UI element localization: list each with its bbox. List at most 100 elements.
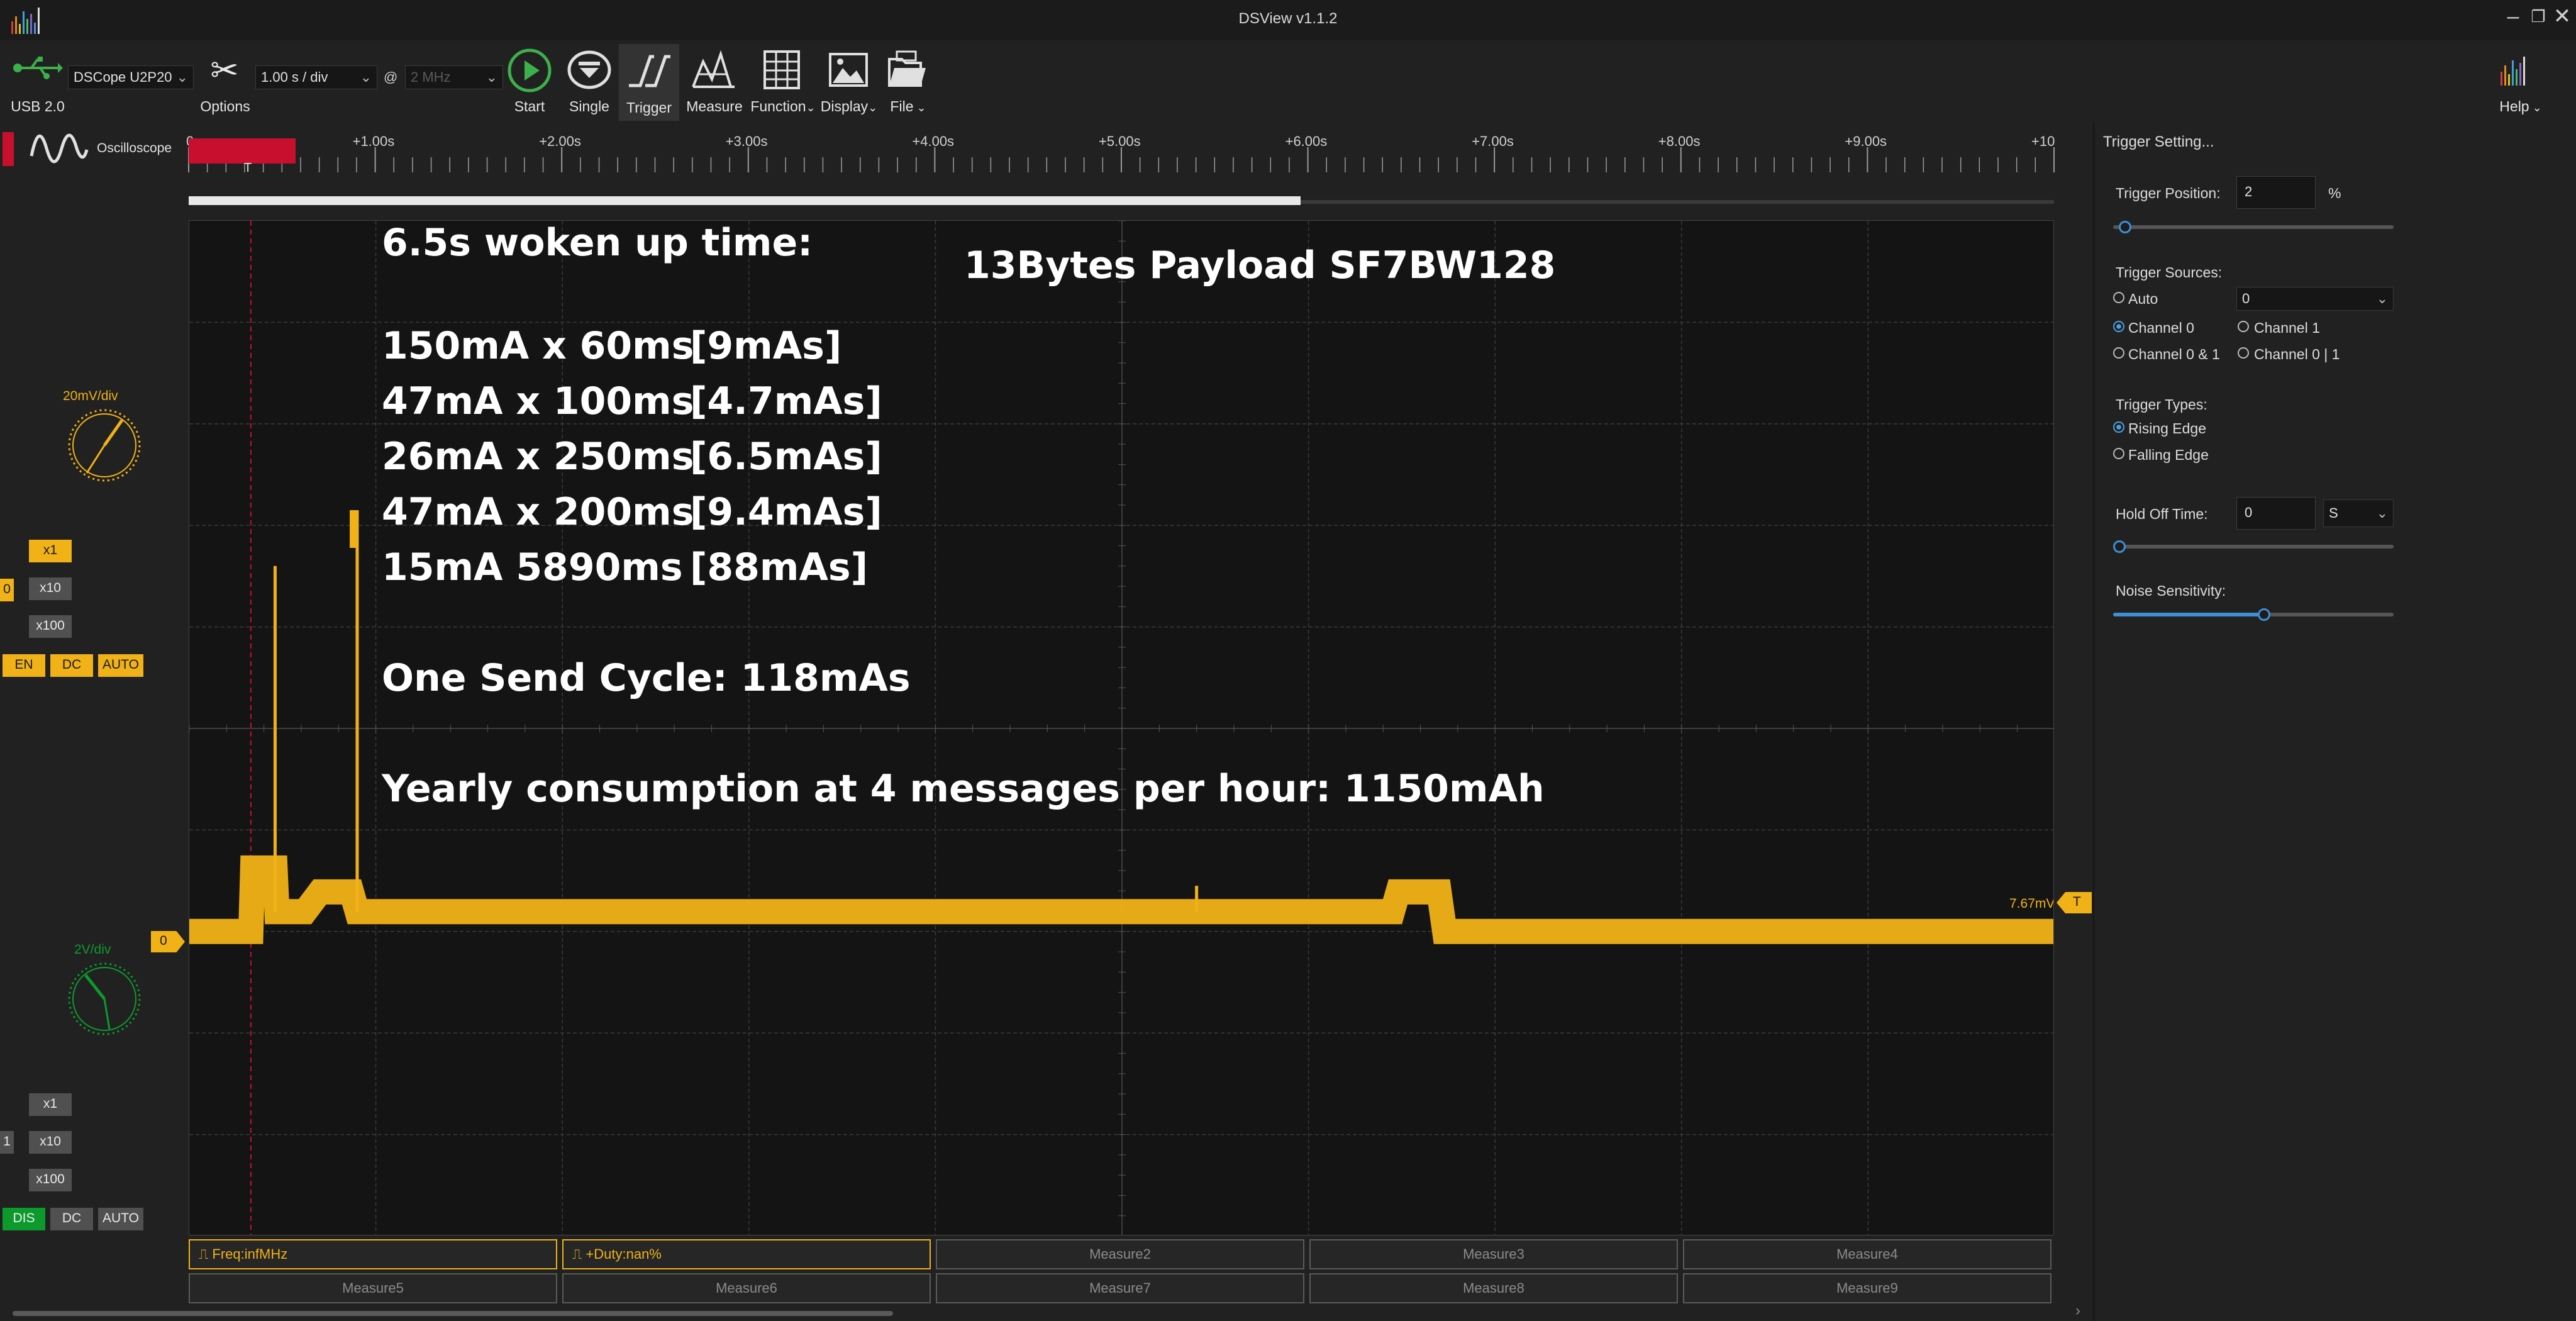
- measure-slot[interactable]: Measure4: [1683, 1239, 2051, 1269]
- view-scrollbar[interactable]: [189, 196, 1301, 205]
- trigger-settings-panel: Trigger Setting... Trigger Position: 2 %…: [2093, 122, 2576, 1321]
- trigger-position-marker[interactable]: [189, 138, 296, 164]
- ch1-index[interactable]: 1: [0, 1131, 14, 1154]
- ch0-enable-button[interactable]: EN: [3, 654, 45, 677]
- measure-slot[interactable]: ⎍ +Duty:nan%: [562, 1239, 931, 1269]
- ch1-x10-button[interactable]: x10: [29, 1131, 72, 1154]
- ch1-knob-icon[interactable]: [65, 960, 143, 1038]
- row-charge: [9mAs]: [690, 324, 842, 368]
- ch1-x100-button[interactable]: x100: [29, 1169, 72, 1191]
- restore-button[interactable]: ❐: [2526, 4, 2551, 29]
- source-auto-select[interactable]: 0 ⌄: [2236, 287, 2394, 311]
- measure-slot[interactable]: Measure7: [936, 1273, 1304, 1303]
- function-button[interactable]: Function⌄: [748, 98, 818, 115]
- measure-slot[interactable]: Measure5: [189, 1273, 557, 1303]
- display-icon[interactable]: [828, 49, 869, 91]
- holdoff-knob[interactable]: [2113, 540, 2126, 553]
- row-charge: [88mAs]: [690, 545, 869, 589]
- ch1-auto-button[interactable]: AUTO: [98, 1208, 143, 1230]
- overlay-row: 47mA x 200ms[9.4mAs]: [382, 490, 882, 534]
- source-ch1-radio[interactable]: [2238, 321, 2249, 332]
- source-ch0-and-1-radio[interactable]: [2113, 347, 2124, 359]
- measure-slot[interactable]: Measure3: [1309, 1239, 1678, 1269]
- start-button[interactable]: Start: [503, 98, 556, 115]
- falling-edge-radio[interactable]: [2113, 448, 2124, 459]
- source-ch0-and-1-label[interactable]: Channel 0 & 1: [2128, 346, 2220, 363]
- close-button[interactable]: ✕: [2550, 4, 2575, 29]
- measure-slot[interactable]: ⎍ Freq:infMHz: [189, 1239, 557, 1269]
- holdoff-slider[interactable]: [2113, 545, 2394, 549]
- source-ch1-label[interactable]: Channel 1: [2254, 320, 2320, 337]
- source-auto-radio[interactable]: [2113, 292, 2124, 303]
- ch0-x100-button[interactable]: x100: [29, 615, 72, 638]
- ch0-auto-button[interactable]: AUTO: [98, 654, 143, 677]
- holdoff-unit-select[interactable]: S ⌄: [2323, 499, 2394, 527]
- mode-label[interactable]: Oscilloscope: [97, 141, 172, 156]
- measure-bar: ⎍ Freq:infMHz ⎍ +Duty:nan% Measure2 Measur…: [186, 1237, 2056, 1306]
- title-bar: DSView v1.1.2 – ❐ ✕: [0, 0, 2576, 40]
- timebase-value: 1.00 s / div: [261, 69, 328, 85]
- trigger-icon[interactable]: [626, 50, 672, 92]
- ch1-x1-button[interactable]: x1: [29, 1093, 72, 1116]
- options-button[interactable]: Options: [195, 98, 255, 115]
- ch0-knob-icon[interactable]: [65, 406, 143, 484]
- trigger-position-slider[interactable]: [2113, 225, 2394, 229]
- ch1-coupling-button[interactable]: DC: [50, 1208, 93, 1230]
- ruler-tick-label: +8.00s: [1658, 133, 1701, 149]
- file-icon[interactable]: [887, 49, 928, 91]
- rising-edge-radio[interactable]: [2113, 421, 2124, 433]
- ch0-index[interactable]: 0: [0, 579, 14, 601]
- measure-slot[interactable]: Measure2: [936, 1239, 1304, 1269]
- ruler-tick-label: +5.00s: [1099, 133, 1141, 149]
- ch0-trigger-level-marker[interactable]: T: [2057, 892, 2092, 913]
- measure-icon[interactable]: [691, 49, 736, 91]
- minimize-button[interactable]: –: [2501, 4, 2526, 29]
- function-icon[interactable]: [761, 49, 802, 91]
- timebase-select[interactable]: 1.00 s / div ⌄: [255, 65, 377, 89]
- trigger-sources-label: Trigger Sources:: [2116, 264, 2223, 281]
- help-button[interactable]: Help ⌄: [2490, 98, 2551, 115]
- rising-edge-label[interactable]: Rising Edge: [2128, 420, 2206, 437]
- samplerate-value: 2 MHz: [411, 69, 451, 85]
- noise-knob[interactable]: [2258, 608, 2271, 621]
- single-icon[interactable]: [567, 49, 611, 91]
- trigger-position-knob[interactable]: [2118, 221, 2131, 233]
- start-icon[interactable]: [507, 48, 552, 93]
- trigger-types-label: Trigger Types:: [2116, 396, 2207, 413]
- overlay-heading: 6.5s woken up time:: [382, 221, 813, 265]
- single-button[interactable]: Single: [562, 98, 616, 115]
- ch0-x1-button[interactable]: x1: [29, 540, 72, 562]
- source-ch0-label[interactable]: Channel 0: [2128, 320, 2194, 337]
- row-current: 15mA 5890ms: [382, 545, 683, 589]
- falling-edge-label[interactable]: Falling Edge: [2128, 447, 2209, 464]
- device-select[interactable]: DSCope U2P20 ⌄: [68, 65, 194, 89]
- source-auto-label[interactable]: Auto: [2128, 291, 2158, 308]
- row-charge: [4.7mAs]: [690, 379, 882, 423]
- toolbar: USB 2.0 DSCope U2P20 ⌄ ✂ Options 1.00 s /…: [0, 40, 2576, 122]
- oscilloscope-mode-icon[interactable]: [29, 131, 89, 166]
- source-ch0-or-1-radio[interactable]: [2238, 347, 2249, 359]
- measure-slot[interactable]: Measure9: [1683, 1273, 2051, 1303]
- samplerate-select[interactable]: 2 MHz ⌄: [405, 65, 503, 89]
- scroll-right-icon[interactable]: ›: [2075, 1302, 2080, 1320]
- trigger-position-input[interactable]: 2: [2236, 176, 2316, 209]
- waveform-plot[interactable]: 6.5s woken up time: 13Bytes Payload SF7B…: [189, 220, 2054, 1235]
- source-ch0-or-1-label[interactable]: Channel 0 | 1: [2254, 346, 2340, 363]
- display-button[interactable]: Display⌄: [818, 98, 880, 115]
- wrench-icon[interactable]: ✂: [203, 50, 247, 89]
- time-ruler[interactable]: 0s +1.00s +2.00s +3.00s +4.00s +5.00s +6…: [186, 122, 2056, 220]
- trigger-button[interactable]: Trigger: [619, 99, 679, 116]
- file-button[interactable]: File ⌄: [883, 98, 933, 115]
- overlay-payload: 13Bytes Payload SF7BW128: [964, 243, 1556, 287]
- measure-button[interactable]: Measure: [684, 98, 745, 115]
- ch0-coupling-button[interactable]: DC: [50, 654, 93, 677]
- ruler-tick-label: +1.00s: [352, 133, 395, 149]
- ruler-tick-label: +6.00s: [1285, 133, 1328, 149]
- holdoff-input[interactable]: 0: [2236, 497, 2316, 530]
- measure-slot[interactable]: Measure8: [1309, 1273, 1678, 1303]
- source-ch0-radio[interactable]: [2113, 321, 2124, 332]
- measure-slot[interactable]: Measure6: [562, 1273, 931, 1303]
- ch0-x10-button[interactable]: x10: [29, 577, 72, 600]
- horizontal-scrollbar[interactable]: [13, 1311, 893, 1316]
- ch1-enable-button[interactable]: DIS: [3, 1208, 45, 1230]
